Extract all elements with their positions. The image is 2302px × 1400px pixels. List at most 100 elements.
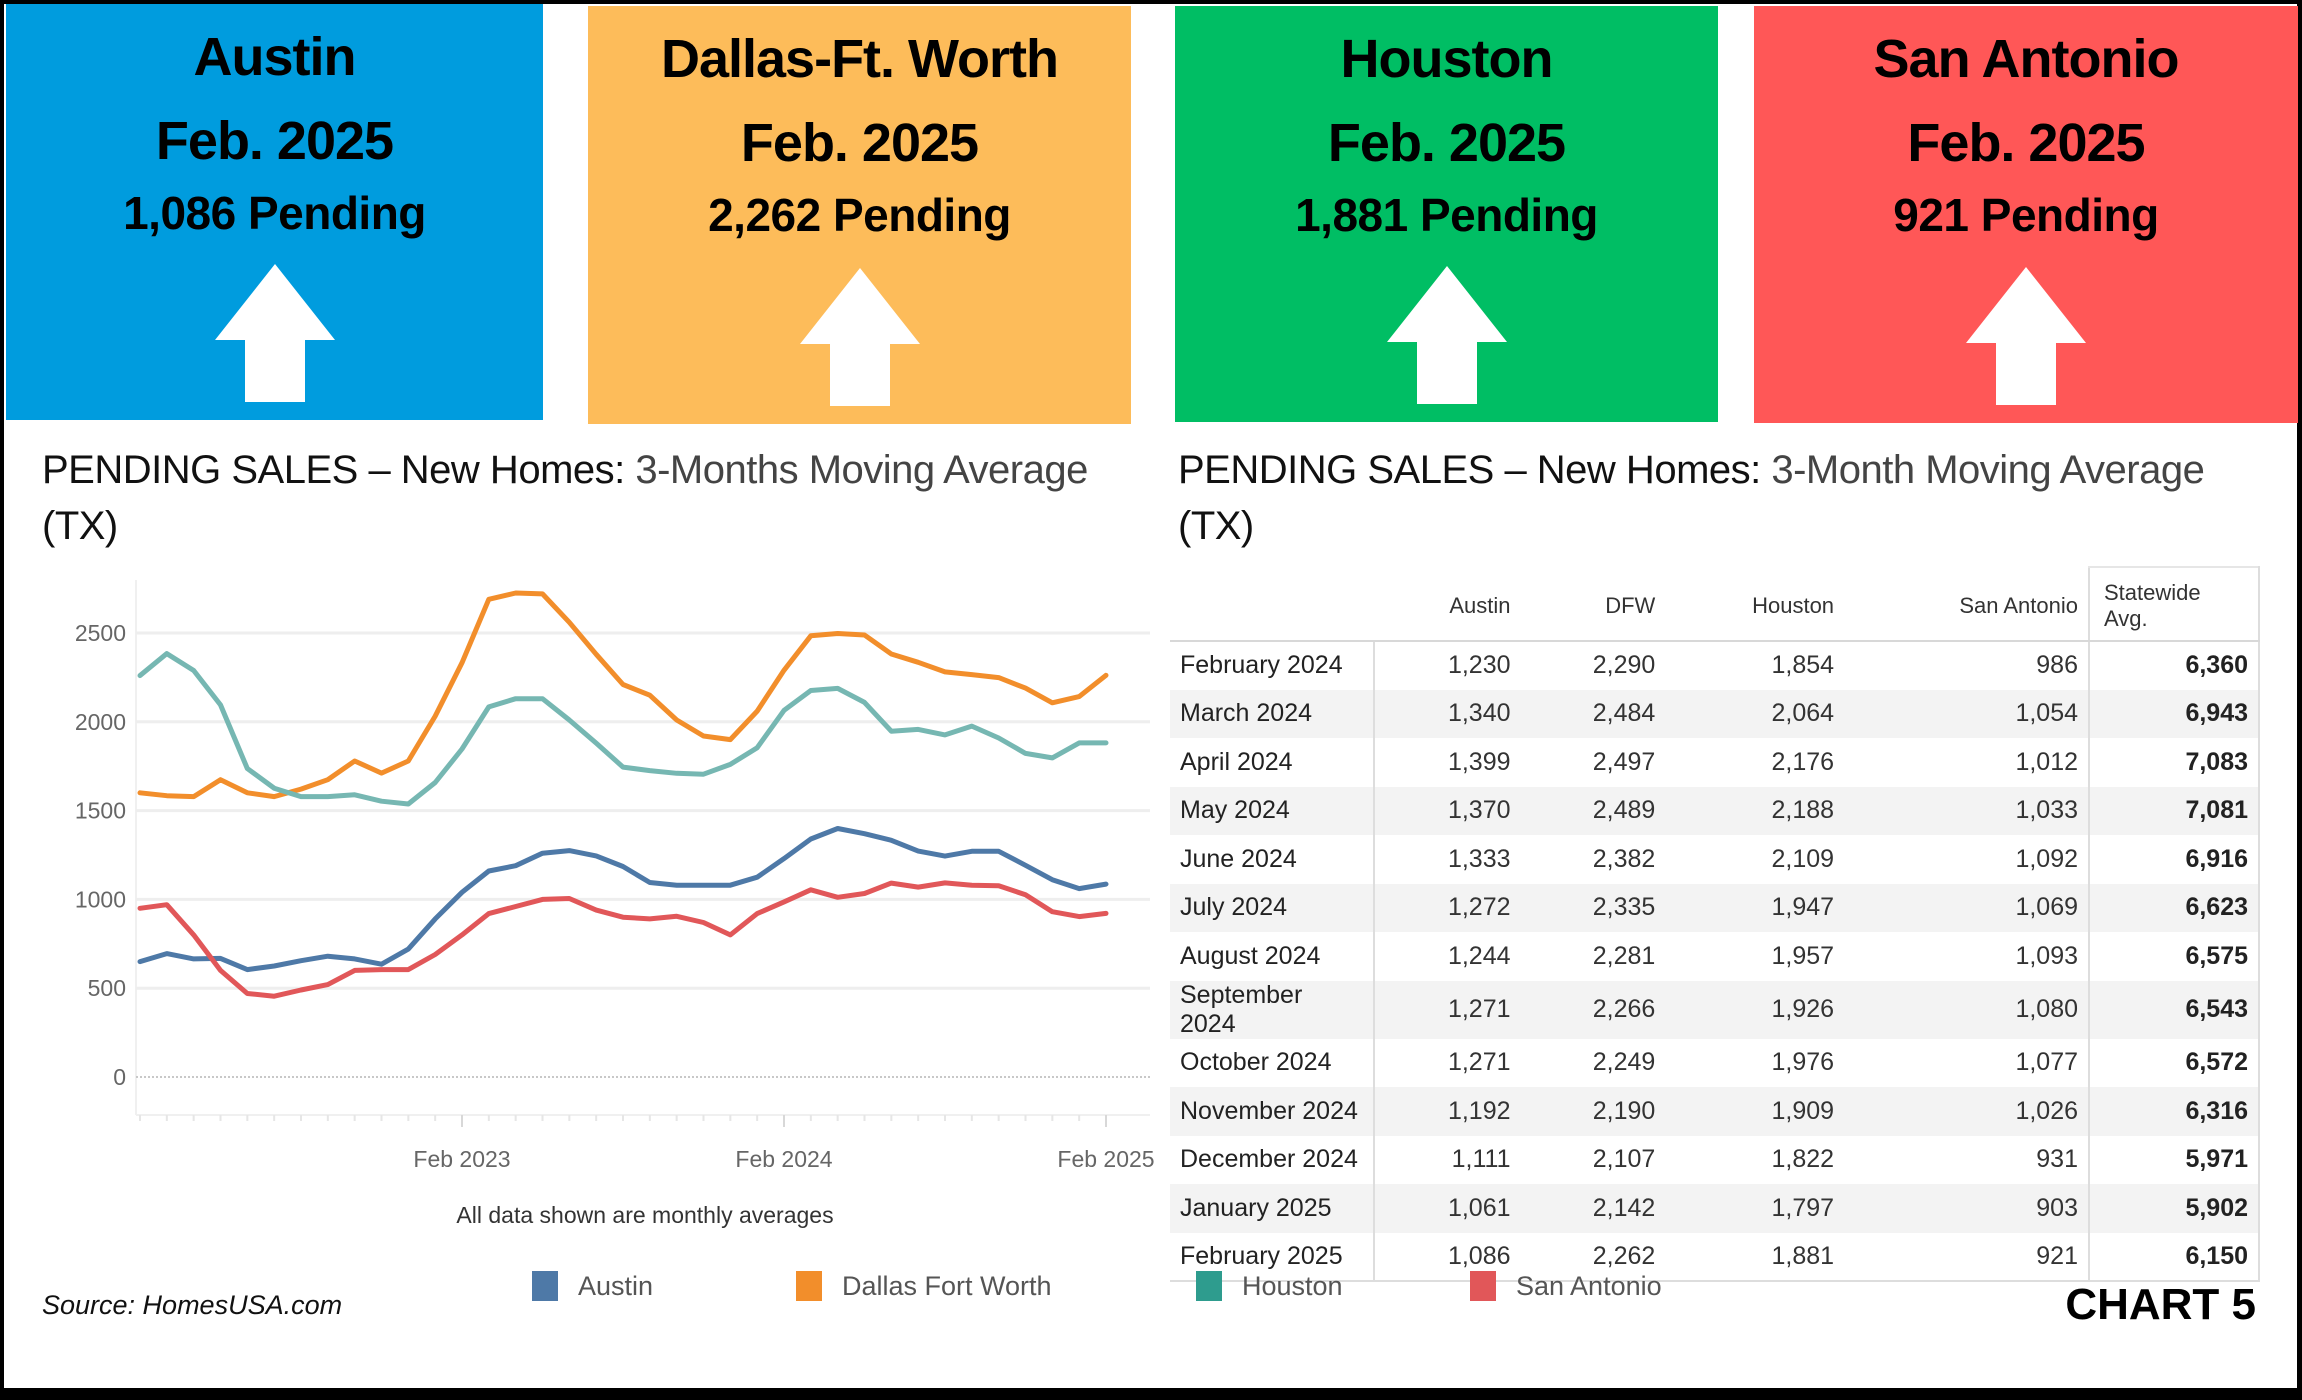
legend-swatch	[532, 1271, 558, 1301]
table-cell-statewide: 7,081	[2088, 786, 2260, 835]
table-cell-month: September 2024	[1170, 980, 1375, 1039]
legend-label: Houston	[1242, 1270, 1343, 1301]
table-cell-dfw: 2,190	[1520, 1087, 1666, 1136]
table-cell-statewide: 7,083	[2088, 738, 2260, 787]
summary-card-austin: Austin Feb. 2025 1,086 Pending	[6, 4, 543, 420]
table-title-sub: 3-Month Moving Average	[1760, 448, 2205, 492]
card-pending: 2,262 Pending	[708, 189, 1011, 241]
table-cell-san-antonio: 1,069	[1844, 883, 2089, 932]
gridlines	[135, 580, 1150, 1115]
table-cell-dfw: 2,489	[1520, 786, 1666, 835]
legend-label: Dallas Fort Worth	[842, 1270, 1052, 1301]
legend-swatch	[1470, 1271, 1496, 1301]
column-header-dfw: DFW	[1520, 567, 1666, 642]
table-body: February 2024 1,230 2,290 1,854 986 6,360 Marc…	[1170, 641, 2260, 1282]
table-cell-san-antonio: 921	[1844, 1232, 2089, 1282]
up-arrow-icon	[214, 264, 335, 402]
table-cell-statewide: 5,902	[2088, 1184, 2260, 1233]
card-date: Feb. 2025	[155, 111, 394, 171]
table-row: November 2024 1,192 2,190 1,909 1,026 6,316	[1170, 1087, 2260, 1136]
legend-label: Austin	[578, 1270, 654, 1301]
legend-label: San Antonio	[1516, 1270, 1662, 1301]
table-cell-houston: 2,109	[1771, 844, 1835, 873]
x-tick-label: Feb 2024	[735, 1146, 832, 1172]
table-cell-austin: 1,340	[1374, 689, 1521, 738]
y-tick-label: 1000	[75, 886, 126, 912]
legend-item-austin: Austin	[532, 1268, 653, 1304]
up-arrow-icon	[799, 268, 920, 406]
table-cell-houston: 1,881	[1665, 1232, 1845, 1282]
table-cell-austin: 1,192	[1374, 1087, 1521, 1136]
card-pending: 921 Pending	[1893, 189, 2159, 241]
table-row: September 2024 1,271 2,266 1,926 1,080 6,543	[1170, 980, 2260, 1039]
table-title: PENDING SALES – New Homes: 3-Month Movin…	[1178, 442, 2218, 554]
table-cell-dfw: 2,382	[1592, 844, 1656, 873]
table-cell-houston: 1,926	[1665, 980, 1845, 1039]
table-cell-month: June 2024	[1170, 835, 1375, 884]
table-row: January 2025 1,061 2,142 1,797 903 5,902	[1170, 1184, 2260, 1233]
source-credit: Source: HomesUSA.com	[42, 1290, 343, 1320]
legend-swatch	[796, 1271, 822, 1301]
card-city: Dallas-Ft. Worth	[660, 29, 1059, 89]
y-tick-label: 1500	[75, 798, 126, 824]
table-cell-month: February 2024	[1170, 641, 1375, 690]
card-city: Houston	[1340, 29, 1554, 89]
table-cell-statewide: 6,150	[2088, 1232, 2260, 1282]
table-cell-austin: 1,061	[1374, 1184, 1521, 1233]
table-cell-dfw: 2,281	[1592, 941, 1656, 970]
legend-item-houston: Houston	[1196, 1268, 1343, 1304]
table-cell-austin: 1,244	[1447, 941, 1511, 970]
table-cell-austin: 1,333	[1447, 844, 1511, 873]
table-cell-month: July 2024	[1170, 883, 1375, 932]
chart-note: All data shown are monthly averages	[456, 1202, 834, 1228]
table-cell-san-antonio: 986	[2036, 651, 2078, 680]
table-cell-dfw: 2,335	[1520, 883, 1666, 932]
column-header-houston: Houston	[1665, 567, 1845, 642]
table-cell-month: May 2024	[1170, 786, 1375, 835]
table-row: June 2024 1,333 2,382 2,109 1,092 6,916	[1170, 835, 2260, 884]
x-tick-label: Feb 2025	[1057, 1146, 1154, 1172]
table-cell-austin: 1,111	[1451, 1145, 1511, 1174]
table-cell-statewide: 6,360	[2088, 641, 2260, 690]
table-cell-houston: 1,976	[1771, 1048, 1835, 1077]
y-axis-ticks: 0 500 1000 1500 2000 2500	[75, 620, 126, 1090]
table-cell-houston: 1,909	[1665, 1087, 1845, 1136]
table-cell-san-antonio: 1,092	[2015, 844, 2078, 873]
table-cell-statewide: 6,943	[2088, 689, 2260, 738]
column-header-austin: Austin	[1374, 567, 1521, 642]
table-cell-houston: 1,822	[1771, 1145, 1835, 1174]
table-cell-san-antonio: 931	[2036, 1145, 2078, 1174]
table-cell-dfw: 2,497	[1592, 747, 1656, 776]
up-arrow-icon	[1966, 267, 2086, 405]
column-header-month	[1170, 567, 1374, 642]
chart-title: PENDING SALES – New Homes: 3-Months Movi…	[42, 442, 1102, 554]
series-line-houston	[137, 651, 1109, 807]
table-cell-austin: 1,230	[1447, 651, 1511, 680]
table-cell-austin: 1,272	[1374, 883, 1521, 932]
column-header-statewide: Statewide Avg.	[2088, 566, 2260, 642]
table-cell-month: January 2025	[1170, 1184, 1375, 1233]
y-tick-label: 0	[113, 1064, 126, 1090]
table-cell-austin: 1,271	[1447, 1048, 1511, 1077]
table-header-row: Austin DFW Houston San Antonio Statewide…	[1170, 566, 2260, 642]
table-cell-san-antonio: 1,077	[2015, 1048, 2078, 1077]
table-cell-houston: 2,064	[1665, 689, 1845, 738]
table-row: March 2024 1,340 2,484 2,064 1,054 6,943	[1170, 689, 2260, 738]
table-row: August 2024 1,244 2,281 1,957 1,093 6,575	[1170, 932, 2260, 981]
table-row: May 2024 1,370 2,489 2,188 1,033 7,081	[1170, 786, 2260, 835]
table-cell-dfw: 2,107	[1592, 1145, 1656, 1174]
table-cell-statewide: 5,971	[2088, 1135, 2260, 1184]
card-pending: 1,881 Pending	[1295, 189, 1598, 241]
up-arrow-icon	[1386, 266, 1507, 404]
legend-item-dfw: Dallas Fort Worth	[796, 1268, 1052, 1304]
table-cell-statewide: 6,316	[2088, 1087, 2260, 1136]
card-date: Feb. 2025	[1907, 113, 2145, 173]
table-cell-month: December 2024	[1170, 1135, 1375, 1184]
table-row: February 2024 1,230 2,290 1,854 986 6,360	[1170, 641, 2260, 690]
table-cell-san-antonio: 1,080	[1844, 980, 2089, 1039]
chart-title-sub: 3-Months Moving Average	[624, 448, 1088, 492]
table-cell-dfw: 2,249	[1592, 1048, 1656, 1077]
summary-card-dfw: Dallas-Ft. Worth Feb. 2025 2,262 Pending	[588, 6, 1131, 424]
y-tick-label: 2500	[75, 620, 126, 646]
table-cell-month: April 2024	[1170, 738, 1375, 787]
